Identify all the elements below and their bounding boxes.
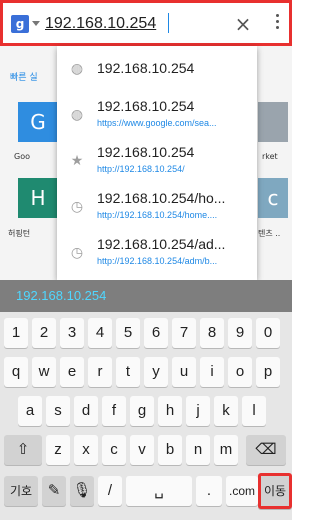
key-6[interactable]: 6 — [144, 318, 168, 348]
text-cursor — [168, 13, 169, 33]
key-n[interactable]: n — [186, 435, 210, 465]
key-d[interactable]: d — [74, 396, 98, 426]
microphone-icon[interactable]: 🎙 — [70, 476, 94, 506]
key-7[interactable]: 7 — [172, 318, 196, 348]
key-h[interactable]: h — [158, 396, 182, 426]
key-l[interactable]: l — [242, 396, 266, 426]
suggestions-dropdown: ◍ 192.168.10.254 ◍ 192.168.10.254 https:… — [57, 46, 257, 280]
globe-icon: ◍ — [70, 61, 84, 77]
quick-tile-market[interactable] — [258, 102, 288, 142]
chevron-down-icon[interactable] — [32, 21, 40, 26]
backspace-key[interactable]: ⌫ — [246, 435, 286, 465]
suggestion-title: 192.168.10.254 — [97, 144, 195, 160]
key-e[interactable]: e — [60, 357, 84, 387]
search-engine-icon[interactable]: g — [11, 15, 29, 33]
clear-icon[interactable]: × — [231, 11, 255, 37]
star-icon: ★ — [70, 153, 84, 169]
suggestion-title: 192.168.10.254 — [97, 60, 195, 76]
key-j[interactable]: j — [186, 396, 210, 426]
key-x[interactable]: x — [74, 435, 98, 465]
key-9[interactable]: 9 — [228, 318, 252, 348]
key-g[interactable]: g — [130, 396, 154, 426]
key-f[interactable]: f — [102, 396, 126, 426]
key-a[interactable]: a — [18, 396, 42, 426]
key-o[interactable]: o — [228, 357, 252, 387]
spacebar-key[interactable]: ␣ — [126, 476, 192, 506]
more-vert-icon[interactable] — [269, 11, 285, 37]
key-q[interactable]: q — [4, 357, 28, 387]
suggestion-title: 192.168.10.254/ho... — [97, 190, 226, 206]
quick-tile-label: 텐츠 .. — [258, 229, 281, 238]
quick-tile-label: Goo — [14, 152, 30, 161]
suggestion-title: 192.168.10.254/ad... — [97, 236, 226, 252]
suggestion-url: http://192.168.10.254/adm/b... — [97, 256, 218, 266]
key-z[interactable]: z — [46, 435, 70, 465]
url-input[interactable] — [45, 13, 205, 35]
candidate-suggestion[interactable]: 192.168.10.254 — [16, 288, 106, 303]
key-r[interactable]: r — [88, 357, 112, 387]
suggestion-item[interactable]: ◍ 192.168.10.254 https://www.google.com/… — [57, 92, 257, 138]
suggestion-item[interactable]: ◍ 192.168.10.254 — [57, 46, 257, 92]
key-4[interactable]: 4 — [88, 318, 112, 348]
suggestion-url: https://www.google.com/sea... — [97, 118, 217, 128]
key-3[interactable]: 3 — [60, 318, 84, 348]
symbols-key[interactable]: 기호 — [4, 476, 38, 506]
quick-tile-label: rket — [262, 152, 278, 161]
key-u[interactable]: u — [172, 357, 196, 387]
key-slash[interactable]: / — [98, 476, 122, 506]
suggestion-item[interactable]: ◷ 192.168.10.254/ad... http://192.168.10… — [57, 230, 257, 276]
key-v[interactable]: v — [130, 435, 154, 465]
key-b[interactable]: b — [158, 435, 182, 465]
key-k[interactable]: k — [214, 396, 238, 426]
go-key[interactable]: 이동 — [258, 473, 292, 509]
key-8[interactable]: 8 — [200, 318, 224, 348]
key-y[interactable]: y — [144, 357, 168, 387]
quick-tile-contents[interactable]: c — [258, 178, 288, 218]
key-m[interactable]: m — [214, 435, 238, 465]
key-w[interactable]: w — [32, 357, 56, 387]
quick-tile-google[interactable]: G — [18, 102, 58, 142]
suggestion-title: 192.168.10.254 — [97, 98, 195, 114]
quick-tile-huffington[interactable]: H — [18, 178, 58, 218]
key-2[interactable]: 2 — [32, 318, 56, 348]
history-icon: ◷ — [70, 199, 84, 215]
key-c[interactable]: c — [102, 435, 126, 465]
key-t[interactable]: t — [116, 357, 140, 387]
period-key[interactable]: . — [196, 476, 222, 506]
key-0[interactable]: 0 — [256, 318, 280, 348]
history-icon: ◷ — [70, 245, 84, 261]
suggestion-item[interactable]: ◷ 192.168.10.254/ho... http://192.168.10… — [57, 184, 257, 230]
suggestion-url: http://192.168.10.254/home.... — [97, 210, 218, 220]
globe-icon: ◍ — [70, 107, 84, 123]
key-1[interactable]: 1 — [4, 318, 28, 348]
dotcom-key[interactable]: .com — [226, 476, 258, 506]
url-bar: g × — [0, 0, 292, 46]
key-i[interactable]: i — [200, 357, 224, 387]
handwriting-icon[interactable]: ✎ — [42, 476, 66, 506]
quick-access-label: 빠른 실 — [10, 73, 38, 83]
key-s[interactable]: s — [46, 396, 70, 426]
suggestion-item[interactable]: ★ 192.168.10.254 http://192.168.10.254/ — [57, 138, 257, 184]
key-p[interactable]: p — [256, 357, 280, 387]
candidate-bar: 192.168.10.254 — [0, 280, 292, 312]
keyboard: 192.168.10.254 1 2 3 4 5 6 7 8 9 0 q w e… — [0, 280, 292, 520]
key-5[interactable]: 5 — [116, 318, 140, 348]
quick-tile-label: 허핑턴 — [8, 229, 31, 238]
suggestion-url: http://192.168.10.254/ — [97, 164, 185, 174]
shift-key[interactable]: ⇧ — [4, 435, 42, 465]
